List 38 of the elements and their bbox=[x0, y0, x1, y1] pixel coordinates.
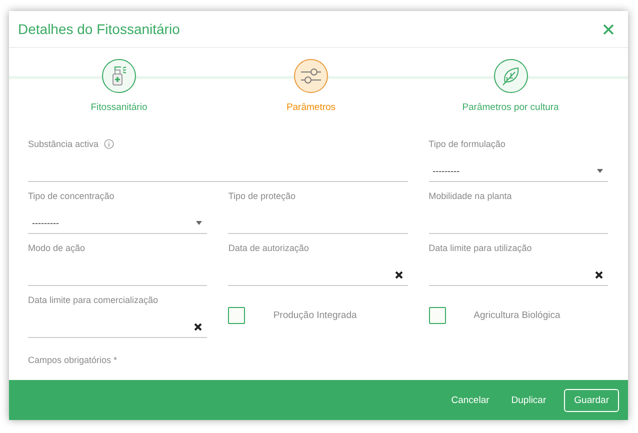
clear-icon[interactable] bbox=[194, 323, 202, 331]
clear-icon[interactable] bbox=[594, 271, 603, 279]
field-label: Data limite para utilização bbox=[428, 243, 532, 253]
checkbox[interactable] bbox=[228, 307, 246, 324]
footer-button[interactable]: Duplicar bbox=[501, 388, 556, 412]
field-label: Mobilidade na planta bbox=[428, 191, 512, 201]
step-circle[interactable] bbox=[294, 59, 328, 93]
checkbox-label: Agricultura Biológica bbox=[474, 310, 560, 321]
checkbox-label: Produção Integrada bbox=[273, 310, 357, 321]
select-field[interactable]: --------- bbox=[428, 161, 608, 182]
step-label[interactable]: Parâmetros por cultura bbox=[462, 102, 559, 113]
field-label: Modo de ação bbox=[28, 243, 86, 253]
close-icon[interactable] bbox=[603, 24, 614, 34]
footer-button[interactable]: Cancelar bbox=[441, 388, 500, 412]
step-circle[interactable] bbox=[494, 59, 528, 93]
select-value: --------- bbox=[32, 218, 59, 228]
field-label: Tipo de proteção bbox=[228, 191, 296, 201]
spray-bottle-icon bbox=[111, 66, 127, 86]
info-icon[interactable] bbox=[104, 139, 114, 149]
dropdown-caret-icon bbox=[596, 169, 603, 173]
select-value: --------- bbox=[432, 166, 460, 176]
field-label: Substância activa bbox=[28, 139, 99, 149]
field-label: Data limite para comercialização bbox=[28, 295, 158, 305]
field-label: Tipo de formulação bbox=[428, 139, 506, 149]
step-circle[interactable] bbox=[102, 59, 136, 93]
sliders-icon bbox=[300, 67, 322, 85]
leaf-icon bbox=[500, 66, 520, 86]
save-button[interactable]: Guardar bbox=[564, 388, 619, 412]
checkbox[interactable] bbox=[428, 307, 446, 324]
field-label: Data de autorização bbox=[228, 243, 309, 253]
step-label[interactable]: Fitossanitário bbox=[90, 102, 148, 113]
dialog-title: Detalhes do Fitossanitário bbox=[18, 21, 180, 37]
dropdown-caret-icon bbox=[196, 221, 202, 225]
field-label: Tipo de concentração bbox=[28, 191, 114, 201]
select-field[interactable]: --------- bbox=[28, 213, 208, 234]
step-label[interactable]: Parâmetros bbox=[286, 102, 336, 113]
clear-icon[interactable] bbox=[394, 271, 403, 279]
required-fields-note: Campos obrigatórios * bbox=[28, 355, 118, 365]
